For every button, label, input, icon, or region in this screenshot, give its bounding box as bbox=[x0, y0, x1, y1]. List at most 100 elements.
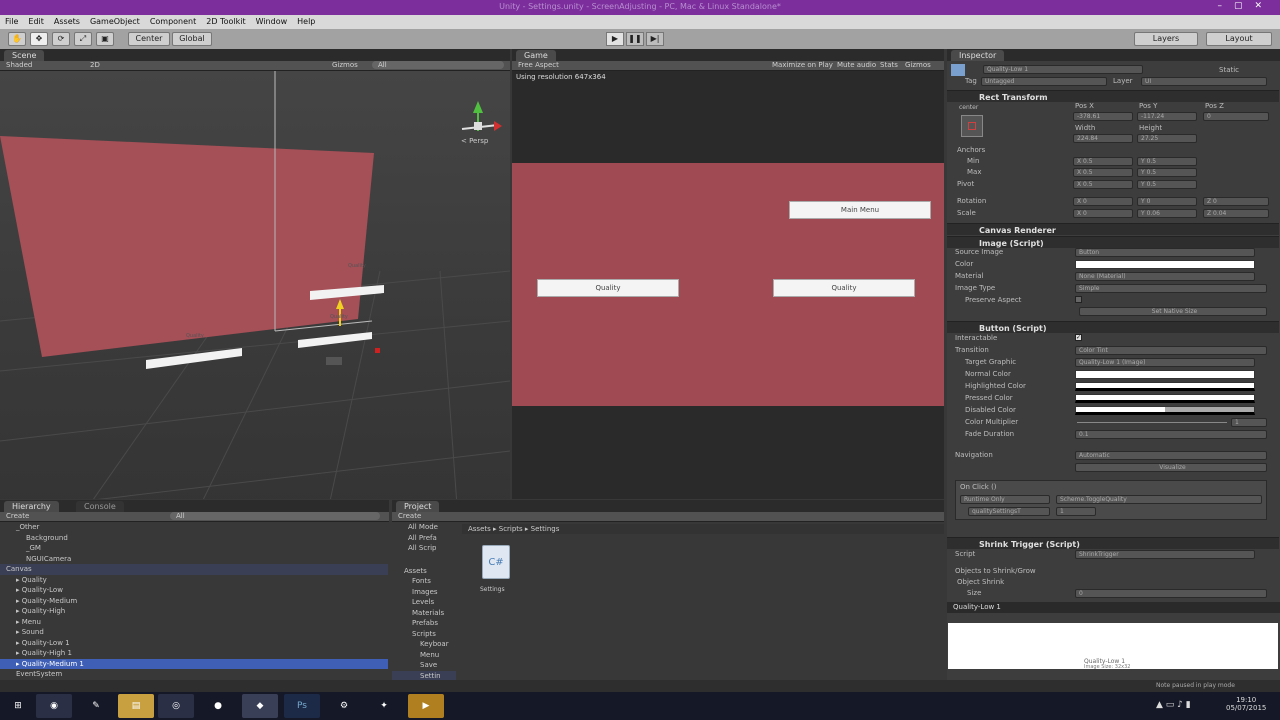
hierarchy-item[interactable]: ▸ Quality-High 1 bbox=[0, 648, 388, 659]
tools-taskbar-icon[interactable]: ✦ bbox=[366, 694, 402, 718]
hierarchy-item[interactable]: ▸ Quality-High bbox=[0, 606, 388, 617]
quality-right-button[interactable]: Quality bbox=[773, 279, 915, 297]
shrink-size-field[interactable]: 0 bbox=[1075, 589, 1267, 598]
anchor-max-x[interactable]: X 0.5 bbox=[1073, 168, 1133, 177]
preserve-aspect-checkbox[interactable] bbox=[1075, 296, 1082, 303]
folder-item[interactable]: Levels bbox=[392, 597, 456, 608]
hierarchy-item[interactable]: ▸ Sound bbox=[0, 627, 388, 638]
hierarchy-tab[interactable]: Hierarchy bbox=[4, 501, 59, 512]
stats-toggle[interactable]: Stats bbox=[880, 61, 898, 69]
navigation-dropdown[interactable]: Automatic bbox=[1075, 451, 1267, 460]
pivot-y[interactable]: Y 0.5 bbox=[1137, 180, 1197, 189]
scale-tool-button[interactable]: ⤢ bbox=[74, 32, 92, 46]
hierarchy-item[interactable]: _Other bbox=[0, 522, 388, 533]
preview-header[interactable]: Quality-Low 1 bbox=[947, 602, 1280, 613]
obs-taskbar-icon[interactable]: ● bbox=[200, 694, 236, 718]
scene-viewport[interactable]: Quality Quality Quality < Persp bbox=[0, 71, 510, 499]
pos-y-field[interactable]: -117.24 bbox=[1137, 112, 1197, 121]
anchor-min-x[interactable]: X 0.5 bbox=[1073, 157, 1133, 166]
steam-taskbar-icon[interactable]: ◎ bbox=[158, 694, 194, 718]
menu-2d-toolkit[interactable]: 2D Toolkit bbox=[201, 15, 250, 29]
runtime-only-dropdown[interactable]: Runtime Only bbox=[960, 495, 1050, 504]
hierarchy-item[interactable]: ▸ Quality-Low bbox=[0, 585, 388, 596]
highlighted-color-swatch[interactable] bbox=[1075, 382, 1255, 391]
folder-item[interactable]: Settin bbox=[392, 670, 456, 680]
hierarchy-item[interactable]: EventSystem bbox=[0, 669, 388, 680]
project-tab[interactable]: Project bbox=[396, 501, 440, 512]
visualize-button[interactable]: Visualize bbox=[1075, 463, 1267, 472]
scene-canvas-plane[interactable] bbox=[0, 136, 374, 357]
shrink-trigger-header[interactable]: Shrink Trigger (Script) bbox=[947, 537, 1279, 549]
mute-audio-toggle[interactable]: Mute audio bbox=[837, 61, 876, 69]
anchor-min-y[interactable]: Y 0.5 bbox=[1137, 157, 1197, 166]
persp-label[interactable]: < Persp bbox=[461, 137, 488, 145]
maximize-on-play-toggle[interactable]: Maximize on Play bbox=[772, 61, 833, 69]
fade-duration-field[interactable]: 0.1 bbox=[1075, 430, 1267, 439]
explorer-taskbar-icon[interactable]: ▤ bbox=[118, 694, 154, 718]
folder-item[interactable]: Images bbox=[392, 587, 456, 598]
function-dropdown[interactable]: Scheme.ToggleQuality bbox=[1056, 495, 1262, 504]
file-name-label[interactable]: Settings bbox=[480, 586, 505, 593]
scale-z[interactable]: Z 0.04 bbox=[1203, 209, 1269, 218]
rotation-z[interactable]: Z 0 bbox=[1203, 197, 1269, 206]
chrome-taskbar-icon[interactable]: ◉ bbox=[36, 694, 72, 718]
unity-taskbar-icon[interactable]: ◆ bbox=[242, 694, 278, 718]
breadcrumb-path[interactable]: Assets ▸ Scripts ▸ Settings bbox=[468, 525, 559, 533]
pivot-global-toggle[interactable]: Global bbox=[172, 32, 212, 46]
layer-dropdown[interactable]: UI bbox=[1141, 77, 1267, 86]
step-button[interactable]: ▶| bbox=[646, 32, 664, 46]
folder-item[interactable]: Materials bbox=[392, 608, 456, 619]
project-create-button[interactable]: Create bbox=[398, 512, 421, 520]
folder-item[interactable]: Assets bbox=[392, 566, 456, 577]
scene-tab[interactable]: Scene bbox=[4, 50, 45, 61]
folder-item[interactable]: Save bbox=[392, 660, 456, 671]
hierarchy-item[interactable]: Canvas bbox=[0, 564, 388, 575]
rect-transform-header[interactable]: Rect Transform bbox=[947, 90, 1279, 102]
start-button[interactable]: ⊞ bbox=[0, 694, 36, 718]
image-type-dropdown[interactable]: Simple bbox=[1075, 284, 1267, 293]
set-native-size-button[interactable]: Set Native Size bbox=[1079, 307, 1267, 316]
color-multiplier-field[interactable]: 1 bbox=[1231, 418, 1267, 427]
window-controls[interactable]: –▢✕ bbox=[1217, 1, 1274, 11]
hierarchy-search-input[interactable]: All bbox=[170, 512, 380, 520]
layout-dropdown[interactable]: Layout bbox=[1206, 32, 1272, 46]
object-name-field[interactable]: Quality-Low 1 bbox=[983, 65, 1143, 74]
folder-item[interactable]: Prefabs bbox=[392, 618, 456, 629]
source-image-field[interactable]: Button bbox=[1075, 248, 1255, 257]
tag-dropdown[interactable]: Untagged bbox=[981, 77, 1107, 86]
static-toggle[interactable]: Static bbox=[1219, 66, 1239, 74]
pen-taskbar-icon[interactable]: ✎ bbox=[78, 694, 114, 718]
material-field[interactable]: None (Material) bbox=[1075, 272, 1255, 281]
transition-dropdown[interactable]: Color Tint bbox=[1075, 346, 1267, 355]
pivot-center-toggle[interactable]: Center bbox=[128, 32, 170, 46]
anchor-preset-button[interactable] bbox=[961, 115, 983, 137]
folder-item[interactable]: Menu bbox=[392, 650, 456, 661]
csharp-file-icon[interactable]: C# bbox=[482, 545, 510, 579]
hierarchy-item[interactable]: NGUICamera bbox=[0, 554, 388, 565]
hierarchy-item[interactable]: _GM bbox=[0, 543, 388, 554]
photoshop-taskbar-icon[interactable]: Ps bbox=[284, 694, 320, 718]
normal-color-swatch[interactable] bbox=[1075, 370, 1255, 379]
menu-gameobject[interactable]: GameObject bbox=[85, 15, 145, 29]
menu-window[interactable]: Window bbox=[251, 15, 293, 29]
game-tab[interactable]: Game bbox=[516, 50, 556, 61]
console-tab[interactable]: Console bbox=[76, 501, 124, 512]
media-taskbar-icon[interactable]: ▶ bbox=[408, 694, 444, 718]
height-field[interactable]: 27.25 bbox=[1137, 134, 1197, 143]
folder-item[interactable]: Scripts bbox=[392, 629, 456, 640]
anchors-foldout[interactable]: Anchors bbox=[957, 146, 985, 154]
2d-toggle[interactable]: 2D bbox=[90, 61, 100, 69]
object-shrink-foldout[interactable]: Object Shrink bbox=[957, 578, 1004, 586]
rotate-tool-button[interactable]: ⟳ bbox=[52, 32, 70, 46]
image-script-header[interactable]: Image (Script) bbox=[947, 236, 1279, 248]
hierarchy-item[interactable]: ▸ Quality-Medium bbox=[0, 596, 388, 607]
disabled-color-swatch[interactable] bbox=[1075, 406, 1255, 415]
scene-search-input[interactable]: All bbox=[372, 61, 504, 69]
folder-item[interactable]: Keyboar bbox=[392, 639, 456, 650]
width-field[interactable]: 224.84 bbox=[1073, 134, 1133, 143]
main-menu-button[interactable]: Main Menu bbox=[789, 201, 931, 219]
aspect-dropdown[interactable]: Free Aspect bbox=[518, 61, 559, 69]
tray-icons[interactable]: ▲ ▭ ♪ ▮ bbox=[1156, 700, 1191, 710]
pivot-x[interactable]: X 0.5 bbox=[1073, 180, 1133, 189]
anchor-max-y[interactable]: Y 0.5 bbox=[1137, 168, 1197, 177]
